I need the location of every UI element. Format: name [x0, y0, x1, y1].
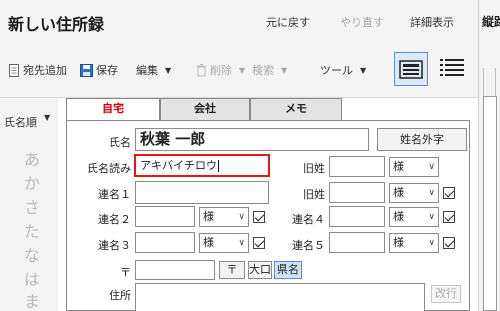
chevron-down-icon: ∨: [428, 212, 435, 222]
kana-index-item[interactable]: さ: [24, 194, 40, 218]
old-surname-label: 旧姓: [303, 162, 325, 175]
reading-label: 氏名読み: [87, 162, 131, 175]
name-label: 氏名: [109, 136, 131, 149]
chevron-down-icon: ∨: [428, 238, 435, 248]
honorific-value: 様: [393, 210, 404, 223]
honorific-value: 様: [393, 186, 404, 199]
honorific-checkbox[interactable]: [443, 237, 455, 249]
preview-panel: 縦路: [478, 0, 500, 311]
card-view-icon: [399, 60, 423, 79]
save-icon: [80, 63, 93, 77]
add-recipient-button[interactable]: 宛先追加: [8, 62, 67, 78]
sort-order-label[interactable]: 氏名順: [4, 114, 37, 130]
newline-button[interactable]: 改行: [431, 285, 461, 303]
address-label: 住所: [109, 289, 131, 302]
preview-ruler: [483, 96, 497, 311]
tab-company[interactable]: 会社: [160, 98, 250, 120]
kana-index-item[interactable]: た: [24, 218, 40, 242]
trash-icon: [196, 63, 207, 76]
old-surname-field[interactable]: [329, 182, 385, 203]
search-button[interactable]: 検索 ▼: [252, 62, 287, 78]
honorific-select[interactable]: 様 ∨: [199, 207, 249, 227]
document-icon: [9, 63, 19, 77]
chevron-down-icon: ▼: [239, 65, 246, 75]
prefecture-button[interactable]: 県名: [274, 261, 302, 279]
honorific-value: 様: [203, 210, 214, 223]
joint-name-5-field[interactable]: [329, 232, 385, 253]
honorific-select[interactable]: 様 ∨: [389, 233, 439, 253]
reading-value: アキバイチロウ: [140, 159, 217, 172]
address-form: 氏名 秋葉 一郎 姓名外字 氏名読み アキバイチロウ 旧姓 様 ∨ 連名１ 旧姓 …: [66, 120, 470, 311]
joint-name-5-label: 連名５: [292, 239, 325, 252]
delete-button[interactable]: 削除 ▼: [196, 62, 245, 78]
add-recipient-label: 宛先追加: [23, 64, 67, 77]
tab-memo[interactable]: メモ: [250, 98, 342, 120]
oaza-button[interactable]: 大口: [248, 261, 272, 279]
joint-name-2-field[interactable]: [135, 206, 195, 227]
honorific-checkbox[interactable]: [253, 211, 265, 223]
save-button[interactable]: 保存: [80, 62, 118, 78]
name-field[interactable]: 秋葉 一郎: [135, 128, 369, 151]
kana-index-item[interactable]: な: [24, 242, 40, 266]
search-label: 検索: [252, 64, 274, 77]
app-title: 新しい住所録: [8, 15, 105, 34]
text-cursor: [218, 160, 219, 172]
details-button[interactable]: 詳細表示: [410, 14, 454, 30]
joint-name-1-field[interactable]: [135, 181, 269, 204]
honorific-select[interactable]: 様 ∨: [389, 183, 439, 203]
joint-name-4-label: 連名４: [292, 213, 325, 226]
honorific-checkbox[interactable]: [253, 237, 265, 249]
preview-panel-title: 縦路: [482, 15, 500, 29]
honorific-select[interactable]: 様 ∨: [389, 157, 439, 177]
kana-index-item[interactable]: か: [24, 170, 40, 194]
edit-menu[interactable]: 編集 ▼: [136, 62, 171, 78]
kana-index-item[interactable]: あ: [24, 146, 40, 170]
joint-name-4-field[interactable]: [329, 206, 385, 227]
address-field[interactable]: [135, 283, 425, 311]
name-external-char-button[interactable]: 姓名外字: [377, 128, 467, 151]
tools-menu[interactable]: ツール ▼: [320, 62, 366, 78]
chevron-down-icon: ▼: [165, 65, 172, 75]
honorific-value: 様: [393, 160, 404, 173]
reading-field[interactable]: アキバイチロウ: [134, 154, 270, 177]
kana-index-item[interactable]: は: [24, 266, 40, 290]
postal-code-field[interactable]: [135, 260, 215, 280]
honorific-select[interactable]: 様 ∨: [389, 207, 439, 227]
postal-lookup-button[interactable]: 〒: [219, 261, 245, 279]
honorific-value: 様: [203, 236, 214, 249]
joint-name-1-label: 連名１: [98, 188, 131, 201]
card-view-button[interactable]: [394, 52, 428, 86]
old-surname-label: 旧姓: [303, 188, 325, 201]
chevron-down-icon[interactable]: ▼: [44, 113, 50, 122]
list-view-button[interactable]: [436, 52, 470, 86]
save-label: 保存: [96, 64, 118, 77]
postal-label: 〒: [120, 266, 131, 279]
title-bar: 新しい住所録 元に戻す やり直す 詳細表示: [0, 0, 478, 42]
redo-button[interactable]: やり直す: [340, 14, 384, 30]
undo-button[interactable]: 元に戻す: [266, 14, 310, 30]
list-view-icon: [440, 59, 464, 76]
toolbar: 宛先追加 保存 編集 ▼ 削除 ▼ 検索 ▼ ツール ▼: [0, 42, 478, 98]
honorific-select[interactable]: 様 ∨: [199, 233, 249, 253]
chevron-down-icon: ∨: [238, 212, 245, 222]
chevron-down-icon: ∨: [428, 162, 435, 172]
joint-name-3-field[interactable]: [135, 232, 195, 253]
kana-index-item[interactable]: ま: [24, 288, 40, 311]
chevron-down-icon: ▼: [360, 65, 367, 75]
joint-name-3-label: 連名３: [98, 239, 131, 252]
index-sidebar: 氏名順 ▼ あ か さ た な は ま: [0, 98, 58, 311]
chevron-down-icon: ∨: [428, 188, 435, 198]
tab-home[interactable]: 自宅: [66, 98, 160, 121]
joint-name-2-label: 連名２: [98, 213, 131, 226]
edit-label: 編集: [136, 64, 158, 77]
honorific-checkbox[interactable]: [443, 211, 455, 223]
chevron-down-icon: ▼: [281, 65, 288, 75]
old-surname-field[interactable]: [329, 156, 385, 177]
honorific-checkbox[interactable]: [443, 187, 455, 199]
chevron-down-icon: ∨: [238, 238, 245, 248]
honorific-value: 様: [393, 236, 404, 249]
delete-label: 削除: [210, 64, 232, 77]
tools-label: ツール: [320, 64, 353, 77]
